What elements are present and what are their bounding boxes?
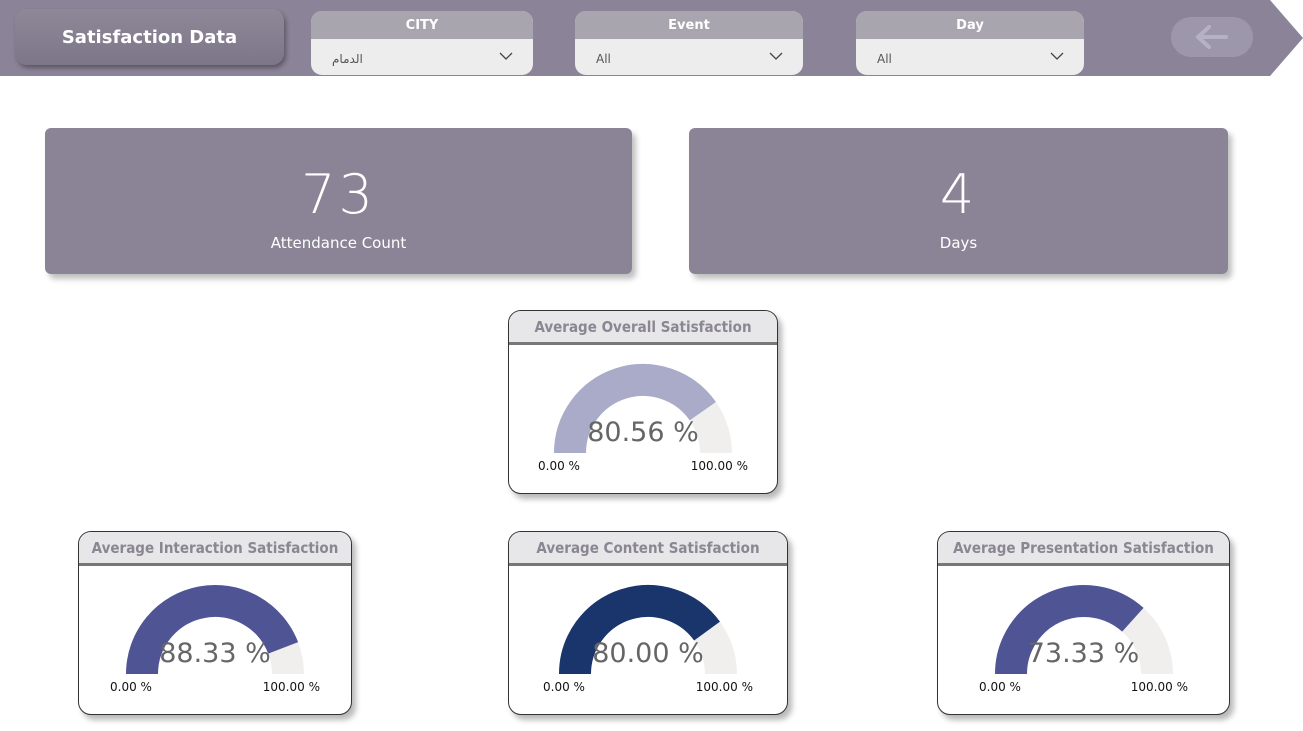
days-label: Days: [939, 234, 978, 252]
days-value: 4: [939, 163, 978, 226]
gauge-min-label: 0.00 %: [543, 680, 585, 694]
gauge-title: Average Content Satisfaction: [509, 532, 787, 566]
gauge-min-label: 0.00 %: [110, 680, 152, 694]
city-selected-value: الدمام: [332, 52, 363, 66]
day-selected-value: All: [877, 52, 892, 66]
city-slicer[interactable]: CITY الدمام: [311, 11, 533, 75]
page-title-button[interactable]: Satisfaction Data: [15, 9, 284, 65]
gauge-max-label: 100.00 %: [262, 680, 320, 694]
interaction-satisfaction-gauge: Average Interaction Satisfaction 88.33 %…: [78, 531, 352, 715]
arrow-left-icon: [1196, 25, 1228, 49]
event-slicer-label: Event: [575, 11, 803, 39]
gauge-min-label: 0.00 %: [979, 680, 1021, 694]
attendance-count-card: 73 Attendance Count: [45, 128, 632, 274]
gauge-title: Average Overall Satisfaction: [509, 311, 777, 345]
city-slicer-label: CITY: [311, 11, 533, 39]
attendance-count-label: Attendance Count: [270, 234, 407, 252]
gauge-value: 80.00 %: [592, 638, 704, 669]
chevron-down-icon[interactable]: [1050, 51, 1064, 61]
event-dropdown[interactable]: All: [575, 39, 803, 75]
chevron-down-icon[interactable]: [769, 51, 783, 61]
event-selected-value: All: [596, 52, 611, 66]
gauge-value: 80.56 %: [587, 417, 699, 448]
day-dropdown[interactable]: All: [856, 39, 1084, 75]
chevron-down-icon[interactable]: [499, 51, 513, 61]
gauge-title: Average Presentation Satisfaction: [938, 532, 1229, 566]
overall-satisfaction-gauge: Average Overall Satisfaction 80.56 % 0.0…: [508, 310, 778, 494]
gauge-title: Average Interaction Satisfaction: [79, 532, 351, 566]
gauge-min-label: 0.00 %: [538, 459, 580, 473]
days-card: 4 Days: [689, 128, 1228, 274]
content-satisfaction-gauge: Average Content Satisfaction 80.00 % 0.0…: [508, 531, 788, 715]
day-slicer-label: Day: [856, 11, 1084, 39]
gauge-max-label: 100.00 %: [695, 680, 753, 694]
gauge-max-label: 100.00 %: [690, 459, 748, 473]
event-slicer[interactable]: Event All: [575, 11, 803, 75]
city-dropdown[interactable]: الدمام: [311, 39, 533, 75]
back-button[interactable]: [1171, 17, 1253, 57]
gauge-value: 73.33 %: [1027, 638, 1140, 669]
attendance-count-value: 73: [301, 163, 376, 226]
presentation-satisfaction-gauge: Average Presentation Satisfaction 73.33 …: [937, 531, 1230, 715]
day-slicer[interactable]: Day All: [856, 11, 1084, 75]
gauge-value: 88.33 %: [159, 638, 271, 669]
gauge-max-label: 100.00 %: [1130, 680, 1188, 694]
